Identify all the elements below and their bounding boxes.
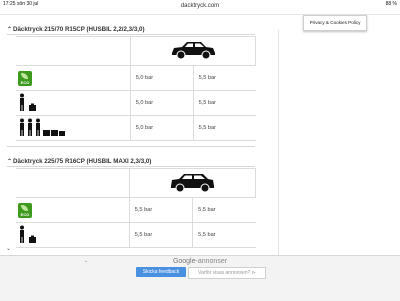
- divider: [7, 146, 255, 147]
- table-row: 5,5 bar 5,5 bar: [16, 222, 256, 248]
- front-pressure: 5,0 bar: [129, 90, 194, 116]
- why-this-ad-button[interactable]: Varför visas annonsen? ⊳: [188, 267, 266, 279]
- one-person-luggage-icon: [18, 225, 40, 245]
- status-bar: 17:25 sön 30 jul 88 % dacktryck.com: [0, 0, 400, 9]
- table-row: 5,0 bar 5,5 bar: [16, 90, 256, 116]
- front-pressure: 5,0 bar: [129, 115, 194, 141]
- ad-label: Google-annonser: [172, 258, 228, 265]
- section-title[interactable]: ⌃Däcktryck 225/75 R16CP (HUSBIL MAXI 2,3…: [7, 158, 151, 165]
- divider: [7, 166, 255, 167]
- front-pressure: 5,0 bar: [129, 65, 194, 91]
- tire-pressure-table: ECO 5,0 bar 5,5 bar 5,0 bar 5,5 bar 5,0 …: [16, 36, 257, 141]
- three-people-luggage-icon: [18, 118, 66, 138]
- ad-banner: ⌄ Google-annonser Skicka feedback Varför…: [0, 255, 400, 301]
- send-feedback-button[interactable]: Skicka feedback: [136, 267, 186, 277]
- eco-icon: ECO: [18, 202, 32, 218]
- divider: [7, 34, 255, 35]
- one-person-luggage-icon: [18, 93, 40, 113]
- chevron-down-icon[interactable]: ⌄: [6, 245, 11, 252]
- table-row: 5,0 bar 5,5 bar: [16, 115, 256, 141]
- sidebar-divider: [278, 30, 279, 255]
- front-pressure: 5,5 bar: [128, 222, 194, 248]
- eco-icon: ECO: [18, 70, 32, 86]
- section-title[interactable]: ⌃Däcktryck 215/70 R15CP (HUSBIL 2,2/2,3/…: [7, 26, 145, 33]
- tire-pressure-table: ECO 5,5 bar 5,5 bar 5,5 bar 5,5 bar: [16, 168, 257, 248]
- rear-pressure: 5,5 bar: [192, 115, 256, 141]
- table-row: ECO 5,0 bar 5,5 bar: [16, 65, 256, 91]
- address-bar-divider: [0, 8, 400, 15]
- car-icon: [129, 36, 257, 66]
- rear-pressure: 5,5 bar: [192, 222, 256, 248]
- rear-pressure: 5,5 bar: [192, 197, 256, 223]
- suv-icon: [128, 168, 257, 198]
- front-pressure: 5,5 bar: [128, 197, 194, 223]
- rear-pressure: 5,5 bar: [192, 65, 256, 91]
- table-header-row: [16, 168, 257, 198]
- table-header-row: [16, 36, 257, 66]
- rear-pressure: 5,5 bar: [192, 90, 256, 116]
- table-row: ECO 5,5 bar 5,5 bar: [16, 197, 256, 223]
- privacy-cookies-link[interactable]: Privacy & Cookies Policy: [303, 15, 367, 31]
